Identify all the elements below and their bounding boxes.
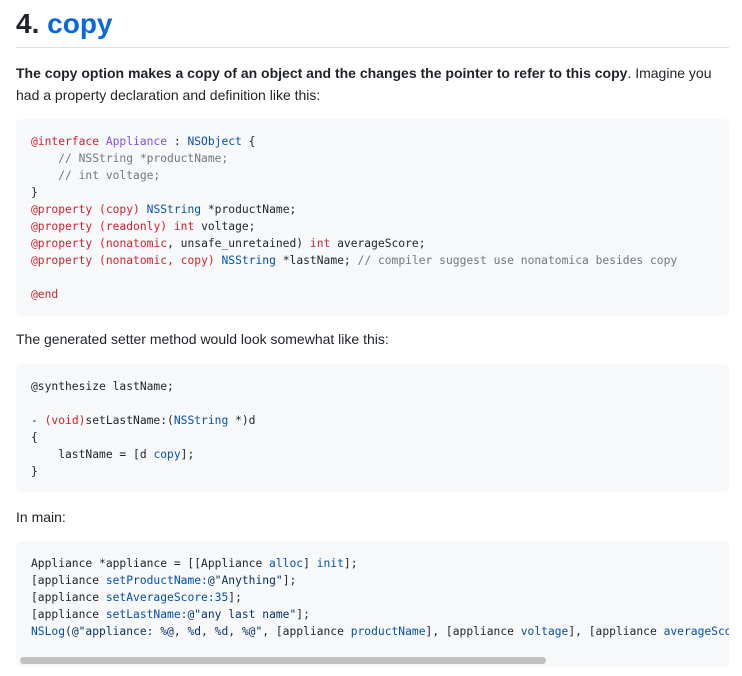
code-token: ]; (296, 608, 310, 621)
code-token: [appliance (31, 591, 106, 604)
code-token: [appliance (31, 574, 106, 587)
code-token: ], [appliance (568, 625, 664, 638)
code-token: nonatomic (105, 237, 168, 250)
code-token: productName (350, 625, 426, 638)
code-token: alloc (269, 557, 304, 570)
code-token: } (31, 465, 38, 478)
code-token: setProductName: (105, 574, 208, 587)
code-token: *productName; (201, 203, 297, 216)
code-token: ]; (228, 591, 242, 604)
code-block-declaration[interactable]: @interface Appliance : NSObject { // NSS… (16, 119, 729, 316)
code-token: } (31, 186, 38, 199)
code-token: ], [appliance (425, 625, 521, 638)
code-token: voltage; (194, 220, 256, 233)
code-token: @property (31, 254, 93, 267)
intro-bold: The copy option makes a copy of an objec… (16, 65, 628, 81)
code-token: setAverageScore: (105, 591, 215, 604)
code-token: ]; (343, 557, 358, 570)
heading-number: 4. (16, 8, 40, 39)
code-token: @synthesize lastName; (31, 380, 174, 393)
scrollbar-thumb[interactable] (20, 657, 546, 664)
section-heading: 4. copy (16, 6, 729, 48)
code-setter: @synthesize lastName; - (void)setLastNam… (31, 378, 729, 480)
code-token: int (309, 237, 331, 250)
code-block-setter[interactable]: @synthesize lastName; - (void)setLastNam… (16, 364, 729, 492)
code-token: NSString (221, 254, 276, 267)
code-token: 35 (214, 591, 229, 604)
code-string: @"Anything" (207, 574, 283, 587)
horizontal-scrollbar[interactable] (16, 653, 729, 667)
code-token: { (31, 431, 38, 444)
code-comment: // compiler suggest use nonatomica besid… (357, 254, 678, 267)
code-token: [appliance (31, 608, 106, 621)
code-token: ]; (282, 574, 297, 587)
code-token: lastName = [d (31, 448, 154, 461)
code-token: @property (31, 220, 93, 233)
code-token: int (173, 220, 195, 233)
code-token: (copy) (99, 203, 140, 216)
code-token: (void) (44, 414, 86, 427)
code-token: setLastName: (105, 608, 188, 621)
code-token: init (316, 557, 344, 570)
code-token: copy (153, 448, 181, 461)
code-token: ( (99, 254, 106, 267)
code-token: NSObject (187, 135, 242, 148)
code-token: NSString (146, 203, 202, 216)
code-token: ]; (180, 448, 195, 461)
code-token: Appliance *appliance = [[Appliance (31, 557, 270, 570)
code-token: @property (31, 237, 93, 250)
code-comment: // int voltage; (31, 169, 161, 182)
code-token: *lastName; (275, 254, 358, 267)
code-token: voltage (520, 625, 569, 638)
code-token: *)d (228, 414, 256, 427)
code-token: - (31, 414, 45, 427)
setter-paragraph: The generated setter method would look s… (16, 331, 389, 347)
code-token: ] (303, 557, 317, 570)
code-token: , [appliance (262, 625, 351, 638)
code-string: @"appliance: %@, %d, %d, %@" (71, 625, 263, 638)
code-comment: // NSString *productName; (31, 152, 229, 165)
code-token: ( (65, 625, 72, 638)
code-token: @interface (31, 135, 100, 148)
code-token: averageScore; (330, 237, 426, 250)
code-declaration: @interface Appliance : NSObject { // NSS… (31, 133, 729, 303)
code-token: setLastName:( (85, 414, 174, 427)
code-token: : (167, 135, 188, 148)
code-main: Appliance *appliance = [[Appliance alloc… (31, 555, 729, 640)
intro-paragraph: The copy option makes a copy of an objec… (16, 62, 732, 106)
code-token: Appliance (105, 135, 168, 148)
code-token: ( (99, 237, 106, 250)
main-paragraph: In main: (16, 509, 66, 525)
heading-link-copy[interactable]: copy (47, 8, 112, 39)
code-token: @end (31, 288, 59, 301)
code-token: nonatomic (105, 254, 168, 267)
code-token: @property (31, 203, 93, 216)
code-token: , (167, 254, 181, 267)
code-token: (readonly) (99, 220, 168, 233)
code-string: @"any last name" (187, 608, 297, 621)
code-token: averageScore (663, 625, 729, 638)
code-token: ) (207, 254, 222, 267)
code-token: copy (180, 254, 208, 267)
code-token: NSString (173, 414, 229, 427)
code-token: { (241, 135, 256, 148)
code-block-main[interactable]: Appliance *appliance = [[Appliance alloc… (16, 541, 729, 653)
code-token: NSLog (31, 625, 66, 638)
code-token: , unsafe_unretained) (167, 237, 310, 250)
